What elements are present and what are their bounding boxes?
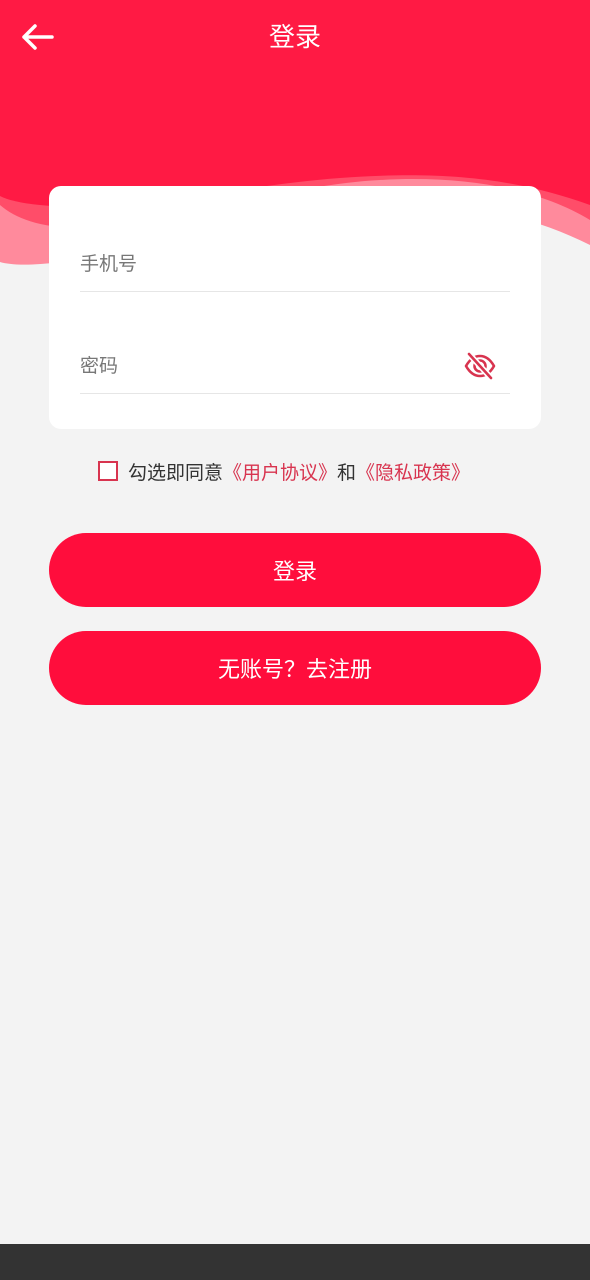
phone-field [80,236,510,292]
register-button[interactable]: 无账号？去注册 [49,631,541,705]
agreement-prefix: 勾选即同意 [128,461,224,484]
login-form-card [49,186,541,429]
page-title: 登录 [268,23,321,53]
eye-off-icon[interactable] [464,350,496,382]
login-button[interactable]: 登录 [49,533,541,607]
privacy-policy-link[interactable]: 《隐私政策》 [356,458,470,485]
agreement-conjunction: 和 [337,461,357,484]
phone-input[interactable] [80,236,510,291]
user-agreement-link[interactable]: 《用户协议》 [223,458,337,485]
agreement-row: 勾选即同意 《用户协议》 和 《隐私政策》 [98,456,470,486]
password-field [80,338,510,394]
password-input[interactable] [80,338,510,393]
system-navigation-bar [0,1244,590,1280]
agreement-checkbox[interactable] [98,461,118,481]
